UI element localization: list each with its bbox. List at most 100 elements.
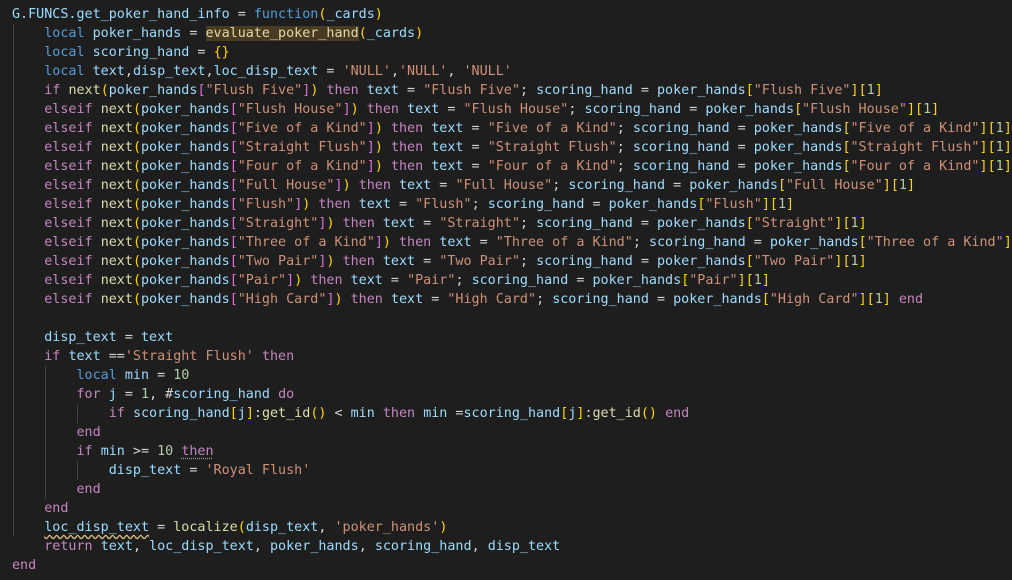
code-line[interactable]: for j = 1, #scoring_hand do <box>12 385 295 404</box>
code-token: next <box>100 159 133 174</box>
code-token: "High Card" <box>447 292 537 307</box>
code-line[interactable]: elseif next(poker_hands["Straight"]) the… <box>12 214 866 233</box>
code-line[interactable]: elseif next(poker_hands["Five of a Kind"… <box>12 119 1012 138</box>
code-token: poker_hands <box>657 254 746 269</box>
code-line[interactable]: if scoring_hand[j]:get_id() < min then m… <box>12 404 690 423</box>
code-line[interactable]: local text,disp_text,loc_disp_text = 'NU… <box>12 62 512 81</box>
code-token: ] <box>366 159 375 174</box>
code-token: "Pair" <box>237 273 287 288</box>
code-token: poker_hands <box>141 216 230 231</box>
code-token: 1 <box>777 197 786 212</box>
code-line[interactable]: elseif next(poker_hands["Pair"]) then te… <box>12 271 770 290</box>
code-token: ] <box>366 140 375 155</box>
code-token: disp_text <box>44 330 117 345</box>
code-token: ] <box>979 121 988 136</box>
code-editor[interactable]: G.FUNCS.get_poker_hand_info = function(_… <box>0 0 1012 580</box>
code-token: ; <box>632 235 649 250</box>
code-token: ( <box>237 520 246 535</box>
code-token: ) <box>382 235 391 250</box>
code-token: 1 <box>995 159 1004 174</box>
code-token: 1 <box>995 121 1004 136</box>
code-line[interactable]: local poker_hands = evaluate_poker_hand(… <box>12 24 423 43</box>
code-token: next <box>100 140 133 155</box>
code-token: elseif <box>44 235 93 250</box>
code-token: "Flush House" <box>463 102 569 117</box>
code-token: ] <box>737 273 746 288</box>
code-line[interactable]: end <box>12 499 68 518</box>
code-token: then <box>390 140 424 155</box>
code-line[interactable]: elseif next(poker_hands["Three of a Kind… <box>12 233 1012 252</box>
code-token: "Flush" <box>415 197 472 212</box>
code-line[interactable]: G.FUNCS.get_poker_hand_info = function(_… <box>12 5 383 24</box>
code-line[interactable]: if min >= 10 then <box>12 442 214 461</box>
code-token: text <box>358 197 391 212</box>
code-line[interactable]: disp_text = text <box>12 328 173 347</box>
code-line[interactable]: return text, loc_disp_text, poker_hands,… <box>12 537 560 556</box>
code-line[interactable]: elseif next(poker_hands["Straight Flush"… <box>12 138 1012 157</box>
code-token: ] <box>245 406 254 421</box>
code-token: next <box>100 197 133 212</box>
code-token: "Two Pair" <box>753 254 835 269</box>
code-token: end <box>665 406 690 421</box>
code-token: then <box>181 444 214 459</box>
code-token: "Five of a Kind" <box>850 121 980 136</box>
code-line[interactable]: local min = 10 <box>12 366 190 385</box>
code-token: 'Straight Flush' <box>124 349 254 364</box>
code-token: disp_text <box>245 520 319 535</box>
code-line[interactable]: if next(poker_hands["Flush Five"]) then … <box>12 81 883 100</box>
code-token: == <box>100 349 125 364</box>
code-line[interactable]: end <box>12 556 36 575</box>
code-token: 1 <box>874 292 883 307</box>
code-token: ( <box>358 26 367 41</box>
code-token: poker_hands <box>769 235 859 250</box>
code-line[interactable]: loc_disp_text = localize(disp_text, 'pok… <box>12 518 447 537</box>
code-token: ( <box>132 140 141 155</box>
code-token: [ <box>745 273 754 288</box>
code-token: "Flush Five" <box>205 83 303 98</box>
code-token: text <box>350 273 383 288</box>
code-token: () <box>310 406 327 421</box>
code-line[interactable]: elseif next(poker_hands["High Card"]) th… <box>12 290 923 309</box>
code-token: ; <box>471 197 488 212</box>
code-token: elseif <box>44 292 93 307</box>
code-line[interactable]: elseif next(poker_hands["Flush"]) then t… <box>12 195 794 214</box>
code-token: 1 <box>923 102 932 117</box>
code-token: then <box>350 292 383 307</box>
code-token: next <box>68 83 101 98</box>
code-token: next <box>100 254 133 269</box>
code-line[interactable]: elseif next(poker_hands["Full House"]) t… <box>12 176 915 195</box>
code-token: scoring_hand <box>173 387 270 402</box>
code-token: scoring_hand <box>471 273 569 288</box>
code-line[interactable]: disp_text = 'Royal Flush' <box>12 461 311 480</box>
code-line[interactable]: end <box>12 423 101 442</box>
code-line[interactable]: elseif next(poker_hands["Flush House"]) … <box>12 100 939 119</box>
code-line[interactable]: elseif next(poker_hands["Four of a Kind"… <box>12 157 1012 176</box>
code-line[interactable]: elseif next(poker_hands["Two Pair"]) the… <box>12 252 866 271</box>
code-token: [ <box>842 159 851 174</box>
code-line[interactable]: if text =='Straight Flush' then <box>12 347 294 366</box>
code-token: [ <box>229 216 238 231</box>
code-token: poker_hands <box>608 197 698 212</box>
code-token: : <box>253 406 262 421</box>
code-token: then <box>382 406 416 421</box>
code-token: 1 <box>141 387 150 402</box>
code-token: 'NULL' <box>342 64 391 79</box>
code-token: = <box>390 197 416 212</box>
code-token: then <box>342 254 375 269</box>
code-token: local <box>76 368 117 383</box>
code-token: ] <box>906 102 915 117</box>
code-token: = <box>745 235 770 250</box>
code-line[interactable]: end <box>12 480 101 499</box>
code-token: ; <box>519 83 537 98</box>
code-token: "Two Pair" <box>439 254 520 269</box>
code-token: ( <box>132 178 141 193</box>
code-line[interactable]: local scoring_hand = {} <box>12 43 229 62</box>
